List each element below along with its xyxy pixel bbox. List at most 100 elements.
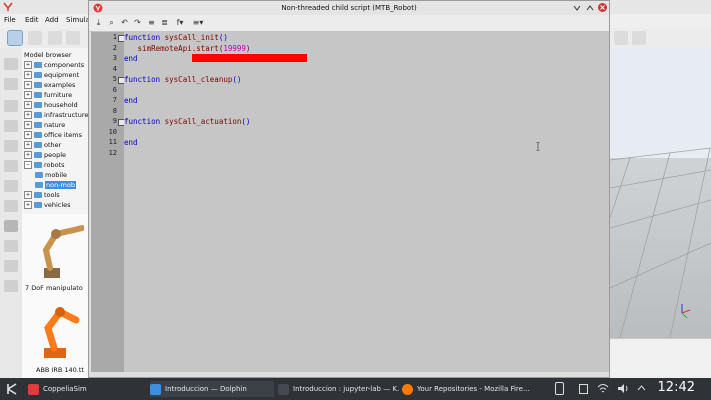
tree-item[interactable]: non-mob	[35, 181, 76, 191]
tree-item-label: nature	[44, 121, 66, 129]
code-token: ()	[232, 75, 242, 84]
tree-item[interactable]: + components	[24, 61, 84, 71]
volume-icon[interactable]	[617, 383, 629, 394]
coppeliasim-icon	[28, 383, 39, 395]
camera-pan-button[interactable]	[7, 30, 23, 46]
tree-item[interactable]: + household	[24, 101, 78, 111]
expand-icon[interactable]: +	[24, 131, 32, 139]
expand-icon[interactable]: +	[24, 121, 32, 129]
scene-toolbar-button[interactable]	[614, 31, 628, 45]
folder-icon	[34, 82, 42, 88]
code-token: end	[124, 96, 138, 105]
snippets-dropdown-icon[interactable]: ≡▾	[191, 17, 205, 28]
code-token: sysCall_cleanup	[164, 75, 233, 84]
tool-icon[interactable]	[4, 140, 18, 152]
firefox-icon	[402, 383, 413, 395]
folder-icon	[34, 192, 42, 198]
clock[interactable]: 12:42	[658, 380, 695, 395]
tool-icon[interactable]	[4, 78, 18, 90]
tree-item[interactable]: + people	[24, 151, 66, 161]
expand-icon[interactable]: +	[24, 111, 32, 119]
tree-item[interactable]: + infrastructure	[24, 111, 88, 121]
tool-icon[interactable]	[4, 260, 18, 272]
tree-item[interactable]: + vehicles	[24, 201, 71, 211]
folder-icon	[34, 62, 42, 68]
expand-icon[interactable]: +	[24, 201, 32, 209]
code-editor[interactable]: function sysCall_init() simRemoteApi.sta…	[124, 32, 609, 372]
text-cursor-icon	[536, 141, 540, 152]
chevron-up-icon[interactable]	[586, 4, 594, 12]
menu-add[interactable]: Add	[45, 16, 59, 24]
folder-icon	[34, 202, 42, 208]
tree-item[interactable]: + nature	[24, 121, 65, 131]
tree-item[interactable]: + examples	[24, 81, 75, 91]
expand-tray-icon[interactable]	[636, 383, 647, 394]
tool-icon[interactable]	[4, 100, 18, 112]
clipboard-icon[interactable]	[578, 383, 589, 394]
unindent-icon[interactable]: ≣	[159, 17, 170, 28]
folder-icon	[34, 152, 42, 158]
save-icon[interactable]: ⤓	[93, 17, 104, 28]
indent-icon[interactable]: ≡	[146, 17, 157, 28]
camera-rotate-button[interactable]	[28, 31, 42, 45]
expand-icon[interactable]: +	[24, 141, 32, 149]
tree-item[interactable]: + office items	[24, 131, 82, 141]
tree-item[interactable]: − robots	[24, 161, 65, 171]
code-token: ()	[218, 33, 228, 42]
expand-icon[interactable]: +	[24, 91, 32, 99]
expand-icon[interactable]: +	[24, 101, 32, 109]
collapse-icon[interactable]: −	[24, 161, 32, 169]
tool-icon[interactable]	[4, 58, 18, 70]
abb-robot-thumbnail[interactable]	[30, 298, 84, 364]
scene-viewport[interactable]	[610, 48, 711, 338]
application-menu-icon[interactable]	[6, 383, 18, 395]
tree-item[interactable]: + other	[24, 141, 61, 151]
line-number: 1	[112, 33, 117, 41]
tree-item-label: non-mob	[45, 181, 76, 189]
task-konsole[interactable]: Introduccion : jupyter-lab — K...	[278, 381, 400, 397]
task-coppeliasim[interactable]: CoppeliaSim	[28, 381, 128, 397]
functions-dropdown-icon[interactable]: f▾	[173, 17, 187, 28]
code-token: simRemoteApi.start(	[124, 43, 224, 53]
tool-icon[interactable]	[4, 240, 18, 252]
chevron-down-icon[interactable]	[573, 4, 581, 12]
manipulator-thumbnail[interactable]	[30, 220, 85, 286]
expand-icon[interactable]: +	[24, 61, 32, 69]
task-firefox[interactable]: Your Repositories - Mozilla Fire...	[402, 381, 536, 397]
expand-icon[interactable]: +	[24, 191, 32, 199]
redo-icon[interactable]: ↷	[132, 17, 143, 28]
folder-icon	[35, 182, 43, 188]
tree-item-label: tools	[44, 191, 60, 199]
camera-shift-button[interactable]	[48, 31, 62, 45]
menu-simulation[interactable]: Simula	[66, 16, 90, 24]
expand-icon[interactable]: +	[24, 151, 32, 159]
expand-icon[interactable]: +	[24, 71, 32, 79]
tree-item[interactable]: + furniture	[24, 91, 72, 101]
tool-icon[interactable]	[4, 280, 18, 292]
code-token: )	[245, 43, 251, 53]
code-line: function sysCall_init()	[124, 33, 228, 42]
model-thumbnails-pane: 7 DoF manipulato ABB IRB 140.tt	[22, 214, 89, 378]
model-browser-toggle-icon[interactable]	[4, 220, 18, 232]
undo-icon[interactable]: ↶	[119, 17, 130, 28]
camera-fit-button[interactable]	[66, 31, 80, 45]
tree-item-label: office items	[44, 131, 82, 139]
wifi-icon[interactable]	[597, 383, 609, 394]
tree-item[interactable]: + tools	[24, 191, 60, 201]
tool-icon[interactable]	[4, 120, 18, 132]
search-icon[interactable]: ⌕	[106, 17, 117, 28]
expand-icon[interactable]: +	[24, 81, 32, 89]
menu-file[interactable]: File	[4, 16, 16, 24]
tool-icon[interactable]	[4, 200, 18, 212]
close-icon[interactable]	[598, 3, 607, 12]
menu-edit[interactable]: Edit	[25, 16, 39, 24]
tree-item[interactable]: mobile	[35, 171, 67, 181]
terminal-icon	[278, 383, 289, 395]
tree-item[interactable]: + equipment	[24, 71, 79, 81]
tool-icon[interactable]	[4, 180, 18, 192]
line-number-gutter: 1 2 3 4 5 6 7 8 9 10 11 12	[91, 32, 125, 372]
phone-icon[interactable]	[555, 382, 564, 395]
tool-icon[interactable]	[4, 160, 18, 172]
scene-toolbar-button[interactable]	[632, 31, 646, 45]
task-dolphin[interactable]: Introduccion — Dolphin	[150, 381, 274, 397]
